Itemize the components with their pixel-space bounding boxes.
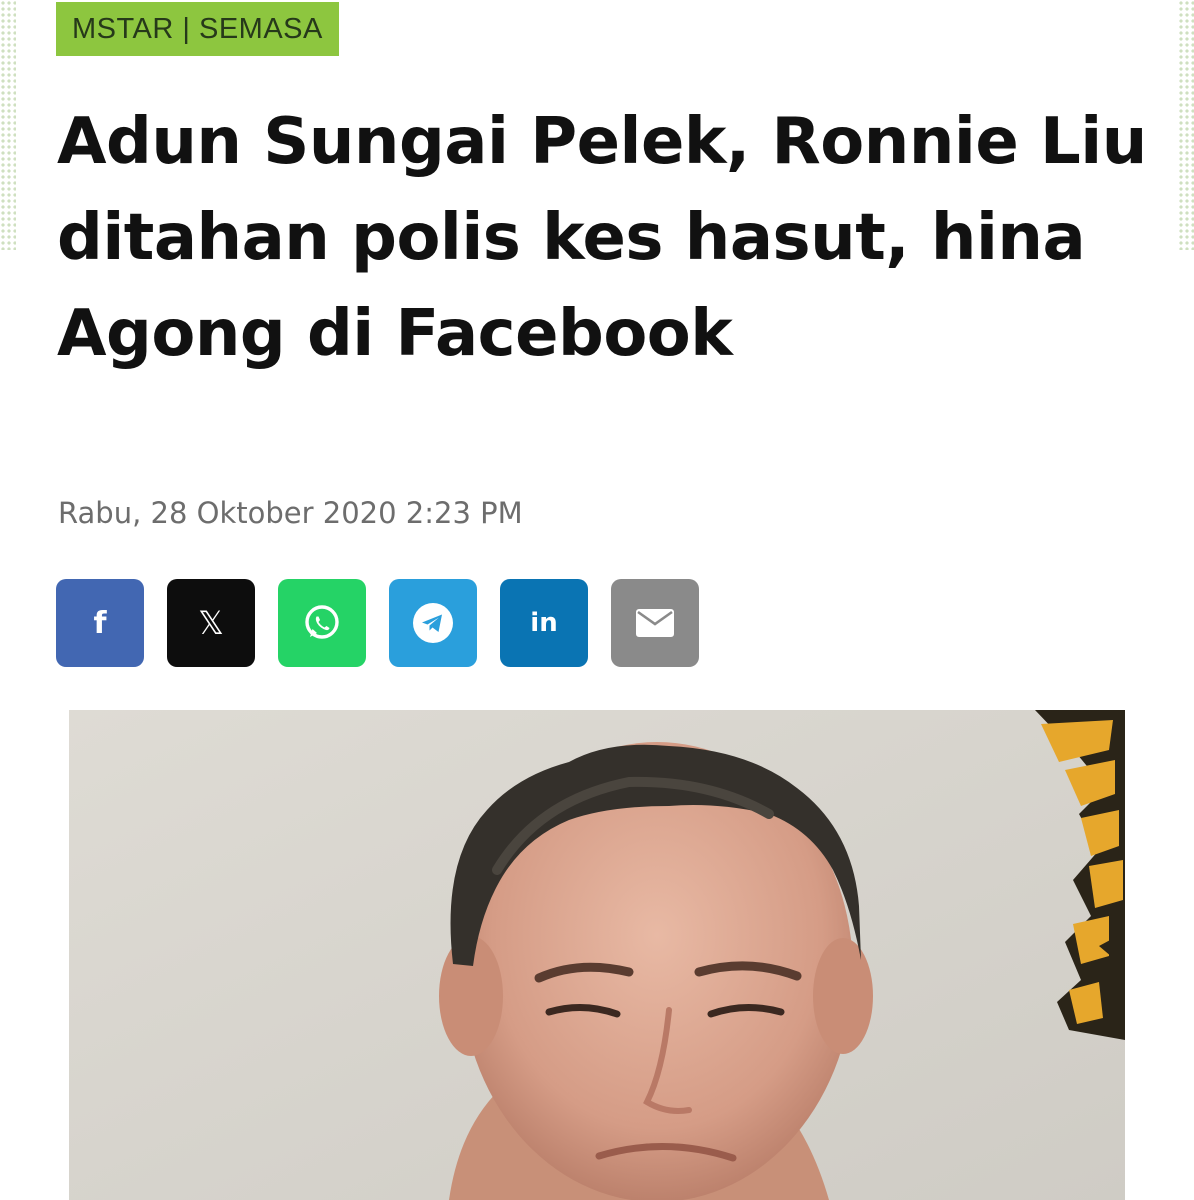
facebook-share-button[interactable]: f bbox=[56, 579, 144, 667]
telegram-share-button[interactable] bbox=[389, 579, 477, 667]
publish-date: Rabu, 28 Oktober 2020 2:23 PM bbox=[58, 496, 523, 530]
linkedin-icon: in bbox=[530, 608, 558, 638]
whatsapp-icon bbox=[305, 605, 339, 639]
category-label[interactable]: MSTAR | SEMASA bbox=[56, 2, 339, 56]
x-icon: 𝕏 bbox=[198, 604, 224, 642]
telegram-icon bbox=[413, 603, 453, 643]
decorative-dot-pattern-right bbox=[1178, 0, 1194, 250]
whatsapp-share-button[interactable] bbox=[278, 579, 366, 667]
x-share-button[interactable]: 𝕏 bbox=[167, 579, 255, 667]
email-icon bbox=[636, 609, 674, 637]
facebook-icon: f bbox=[93, 605, 107, 641]
article-photo bbox=[69, 710, 1125, 1200]
email-share-button[interactable] bbox=[611, 579, 699, 667]
article-headline: Adun Sungai Pelek, Ronnie Liu ditahan po… bbox=[57, 105, 1147, 371]
share-bar: f 𝕏 in bbox=[56, 579, 699, 667]
decorative-dot-pattern-left bbox=[0, 0, 16, 250]
linkedin-share-button[interactable]: in bbox=[500, 579, 588, 667]
